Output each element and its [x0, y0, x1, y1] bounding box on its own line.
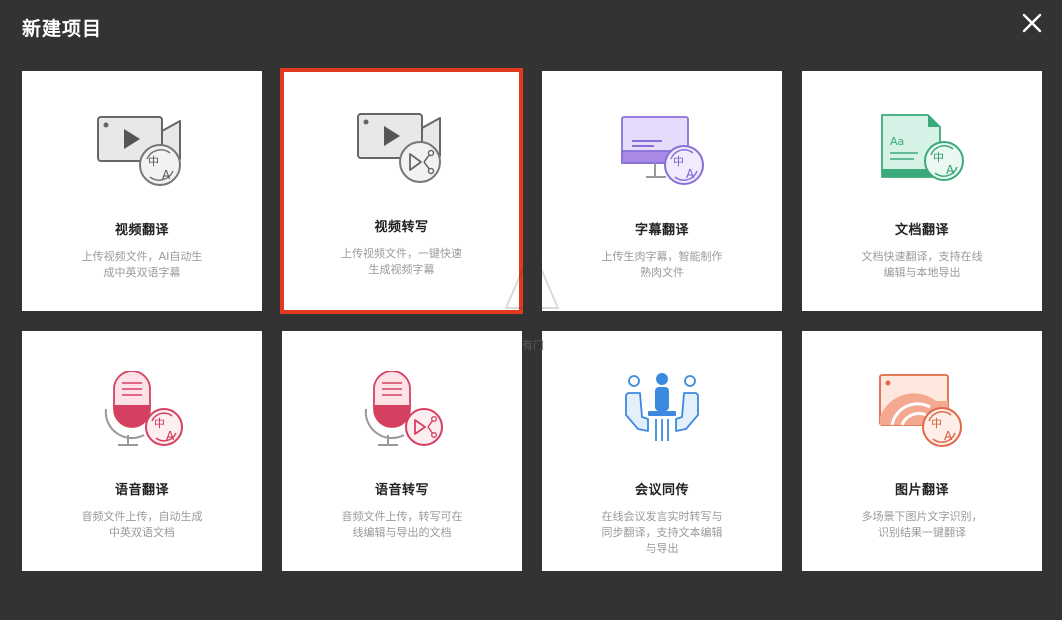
card-title: 视频翻译 [114, 223, 169, 238]
subtitle-translate-icon: 中 A [621, 116, 704, 185]
card-title: 语音转写 [374, 483, 429, 498]
svg-text:A: A [686, 167, 695, 181]
card-title: 语音翻译 [114, 483, 169, 498]
card-subtitle-translate[interactable]: 中 A 字幕翻译 上传生肉字幕，智能制作熟肉文件 [542, 71, 782, 311]
card-description: 上传生肉字幕，智能制作熟肉文件 [601, 250, 723, 279]
card-description: 音频文件上传，转写可在线编辑与导出的文档 [341, 510, 463, 539]
card-description: 音频文件上传，自动生成中英双语文档 [81, 510, 203, 539]
card-document-translate[interactable]: Aa 中 A 文档翻译 文档快速翻译，支持在线编辑与本地导出 [802, 71, 1042, 311]
document-translate-icon: Aa 中 A [881, 114, 964, 181]
close-icon [1022, 13, 1042, 33]
card-title: 字幕翻译 [634, 223, 689, 238]
svg-text:A: A [946, 163, 955, 177]
audio-translate-icon: 中 A [104, 371, 183, 446]
dialog-title: 新建项目 [22, 18, 103, 40]
card-title: 会议同传 [634, 483, 689, 498]
close-button[interactable] [1020, 11, 1044, 35]
svg-text:A: A [166, 429, 175, 443]
audio-transcribe-icon [364, 371, 443, 446]
video-transcribe-icon [356, 113, 441, 183]
video-translate-icon: 中 A [97, 116, 181, 186]
card-title: 视频转写 [374, 220, 429, 235]
svg-text:中: 中 [673, 155, 684, 168]
card-video-translate[interactable]: 中 A 视频翻译 上传视频文件，AI自动生成中英双语字幕 [22, 71, 262, 311]
card-description: 多场景下图片文字识别，识别结果一键翻译 [861, 510, 983, 539]
card-audio-transcribe[interactable]: 语音转写 音频文件上传，转写可在线编辑与导出的文档 [282, 331, 522, 571]
card-video-transcribe[interactable]: 视频转写 上传视频文件，一键快速生成视频字幕 [280, 68, 523, 314]
card-description: 在线会议发言实时转写与同步翻译，支持文本编辑与导出 [601, 510, 723, 555]
svg-text:A: A [944, 429, 953, 443]
card-title: 文档翻译 [894, 223, 949, 238]
card-description: 上传视频文件，AI自动生成中英双语字幕 [81, 250, 203, 279]
card-audio-translate[interactable]: 中 A 语音翻译 音频文件上传，自动生成中英双语文档 [22, 331, 262, 571]
card-title: 图片翻译 [894, 483, 949, 498]
card-description: 文档快速翻译，支持在线编辑与本地导出 [861, 250, 983, 279]
project-type-grid: 中 A 视频翻译 上传视频文件，AI自动生成中英双语字幕 视频转写 上传视频文件… [22, 68, 1042, 571]
svg-text:中: 中 [148, 155, 159, 168]
meeting-interpret-icon [625, 373, 699, 441]
svg-text:中: 中 [154, 417, 165, 430]
card-image-translate[interactable]: 中 A 图片翻译 多场景下图片文字识别，识别结果一键翻译 [802, 331, 1042, 571]
svg-text:中: 中 [931, 417, 942, 430]
image-translate-icon: 中 A [879, 374, 962, 447]
svg-text:中: 中 [933, 151, 944, 164]
svg-text:Aa: Aa [890, 135, 904, 148]
svg-text:A: A [162, 168, 171, 182]
card-meeting-interpret[interactable]: 会议同传 在线会议发言实时转写与同步翻译，支持文本编辑与导出 [542, 331, 782, 571]
card-description: 上传视频文件，一键快速生成视频字幕 [341, 247, 462, 276]
